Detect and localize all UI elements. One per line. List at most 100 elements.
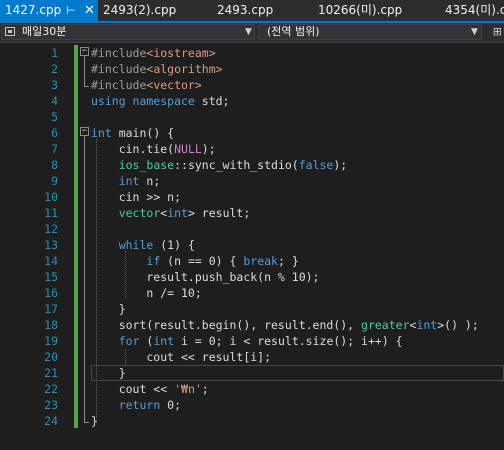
- code-token: cout << result[i];: [91, 350, 272, 364]
- code-token: while: [118, 238, 154, 252]
- line-number: 22: [44, 382, 58, 396]
- code-token: ios_base: [118, 158, 175, 172]
- code-token: result.push_back(n % 10);: [91, 270, 320, 284]
- code-line[interactable]: cin >> n;: [91, 189, 501, 205]
- line-number-gutter: 1 2 3 4 5 6 7 8 9 10 11 12 13 14 15 16 17 18 19 20 21 22 23 24: [0, 43, 58, 450]
- pin-icon[interactable]: ⊢: [66, 0, 76, 21]
- code-line[interactable]: #include<vector>: [91, 77, 501, 93]
- change-tracking-bar: [74, 45, 78, 428]
- collapse-include-icon[interactable]: −: [80, 47, 89, 56]
- code-token: }: [91, 302, 126, 316]
- code-token: <vector>: [146, 78, 202, 92]
- code-token: std;: [201, 94, 230, 108]
- code-token: cout <<: [91, 382, 175, 396]
- code-line[interactable]: using namespace std;: [91, 93, 501, 109]
- line-number: 3: [51, 78, 58, 92]
- line-number: 16: [44, 286, 58, 300]
- tab-label: 2493.cpp: [217, 3, 274, 17]
- fold-end: [84, 86, 89, 87]
- code-token: );: [333, 158, 348, 172]
- line-number: 11: [44, 206, 58, 220]
- code-token: i = 0; i < result.size(); i++) {: [174, 334, 403, 348]
- line-number: 10: [44, 190, 58, 204]
- code-line[interactable]: result.push_back(n % 10);: [91, 269, 501, 285]
- code-line[interactable]: sort(result.begin(), result.end(), great…: [91, 317, 501, 333]
- code-line[interactable]: [91, 109, 501, 125]
- code-line[interactable]: int n;: [91, 173, 501, 189]
- code-line[interactable]: ios_base::sync_with_stdio(false);: [91, 157, 501, 173]
- line-number: 9: [51, 174, 58, 188]
- code-token: '₩n': [174, 382, 202, 396]
- code-token: if: [146, 254, 161, 268]
- code-token: #include: [91, 62, 147, 76]
- code-line[interactable]: [91, 221, 501, 237]
- code-token: }: [91, 414, 98, 428]
- line-number: 20: [44, 350, 58, 364]
- line-number: 2: [51, 62, 58, 76]
- code-line[interactable]: return 0;: [91, 397, 501, 413]
- code-editor[interactable]: 1 2 3 4 5 6 7 8 9 10 11 12 13 14 15 16 17 18 19 20 21 22 23 24 …: [0, 43, 504, 450]
- tab-1427-cpp[interactable]: 1427.cpp ⊢ ✕: [0, 0, 98, 21]
- code-line[interactable]: #include<iostream>: [91, 45, 501, 61]
- tab-4354-cpp[interactable]: 4354(미).cpp: [440, 0, 504, 21]
- code-token: <iostream>: [146, 46, 216, 60]
- code-token: for: [118, 334, 140, 348]
- code-line[interactable]: }: [91, 301, 501, 317]
- split-window-icon[interactable]: ⊞: [493, 25, 502, 38]
- project-dropdown[interactable]: 매일30분 ▼: [1, 24, 255, 40]
- tab-label: 10266(미).cpp: [318, 3, 403, 17]
- fold-line: [84, 136, 85, 422]
- code-line[interactable]: cout << '₩n';: [91, 381, 501, 397]
- code-token: int: [153, 334, 175, 348]
- code-line[interactable]: n /= 10;: [91, 285, 501, 301]
- code-token: n /= 10;: [91, 286, 202, 300]
- line-number: 6: [51, 126, 58, 140]
- code-line[interactable]: vector<int> result;: [91, 205, 501, 221]
- code-token: cin >> n;: [91, 190, 182, 204]
- line-number: 8: [51, 158, 58, 172]
- collapse-main-icon[interactable]: −: [80, 127, 89, 136]
- fold-line: [84, 56, 85, 86]
- tab-2493-2-cpp[interactable]: 2493(2).cpp: [98, 0, 202, 21]
- code-token: int: [91, 126, 112, 140]
- line-number: 7: [51, 142, 58, 156]
- code-line[interactable]: #include<algorithm>: [91, 61, 501, 77]
- line-number: 17: [44, 302, 58, 316]
- code-line[interactable]: }: [91, 413, 501, 429]
- code-token: int: [118, 174, 140, 188]
- code-line[interactable]: for (int i = 0; i < result.size(); i++) …: [91, 333, 501, 349]
- code-token: main() {: [111, 126, 175, 140]
- code-token: break: [243, 254, 278, 268]
- chevron-down-icon[interactable]: ▼: [471, 25, 478, 39]
- tab-10266-cpp[interactable]: 10266(미).cpp: [313, 0, 423, 21]
- code-line[interactable]: int main() {: [91, 125, 501, 141]
- line-number: 19: [44, 334, 58, 348]
- code-token: ::sync_with_stdio(: [174, 158, 299, 172]
- line-number: 18: [44, 318, 58, 332]
- code-token: int: [167, 206, 188, 220]
- line-number: 4: [51, 94, 58, 108]
- chevron-down-icon[interactable]: ▼: [245, 25, 252, 39]
- code-line[interactable]: if (n == 0) { break; }: [91, 253, 501, 269]
- tab-strip: 1427.cpp ⊢ ✕ 2493(2).cpp 2493.cpp 10266(…: [0, 0, 504, 23]
- code-line[interactable]: cout << result[i];: [91, 349, 501, 365]
- tab-2493-cpp[interactable]: 2493.cpp: [212, 0, 302, 21]
- code-line[interactable]: while (1) {: [91, 237, 501, 253]
- tab-label: 1427.cpp: [5, 3, 62, 17]
- code-token: (1) {: [153, 238, 195, 252]
- code-token: n;: [139, 174, 161, 188]
- code-token: int: [416, 318, 438, 332]
- code-token: #include: [91, 46, 147, 60]
- code-line[interactable]: cin.tie(NULL);: [91, 141, 501, 157]
- fold-end: [84, 422, 89, 423]
- code-token: vector: [118, 206, 161, 220]
- code-token: cin.tie(: [91, 142, 175, 156]
- code-line[interactable]: }: [91, 365, 501, 381]
- close-icon[interactable]: ✕: [84, 0, 95, 21]
- scope-dropdown[interactable]: (전역 범위) ▼: [258, 24, 482, 40]
